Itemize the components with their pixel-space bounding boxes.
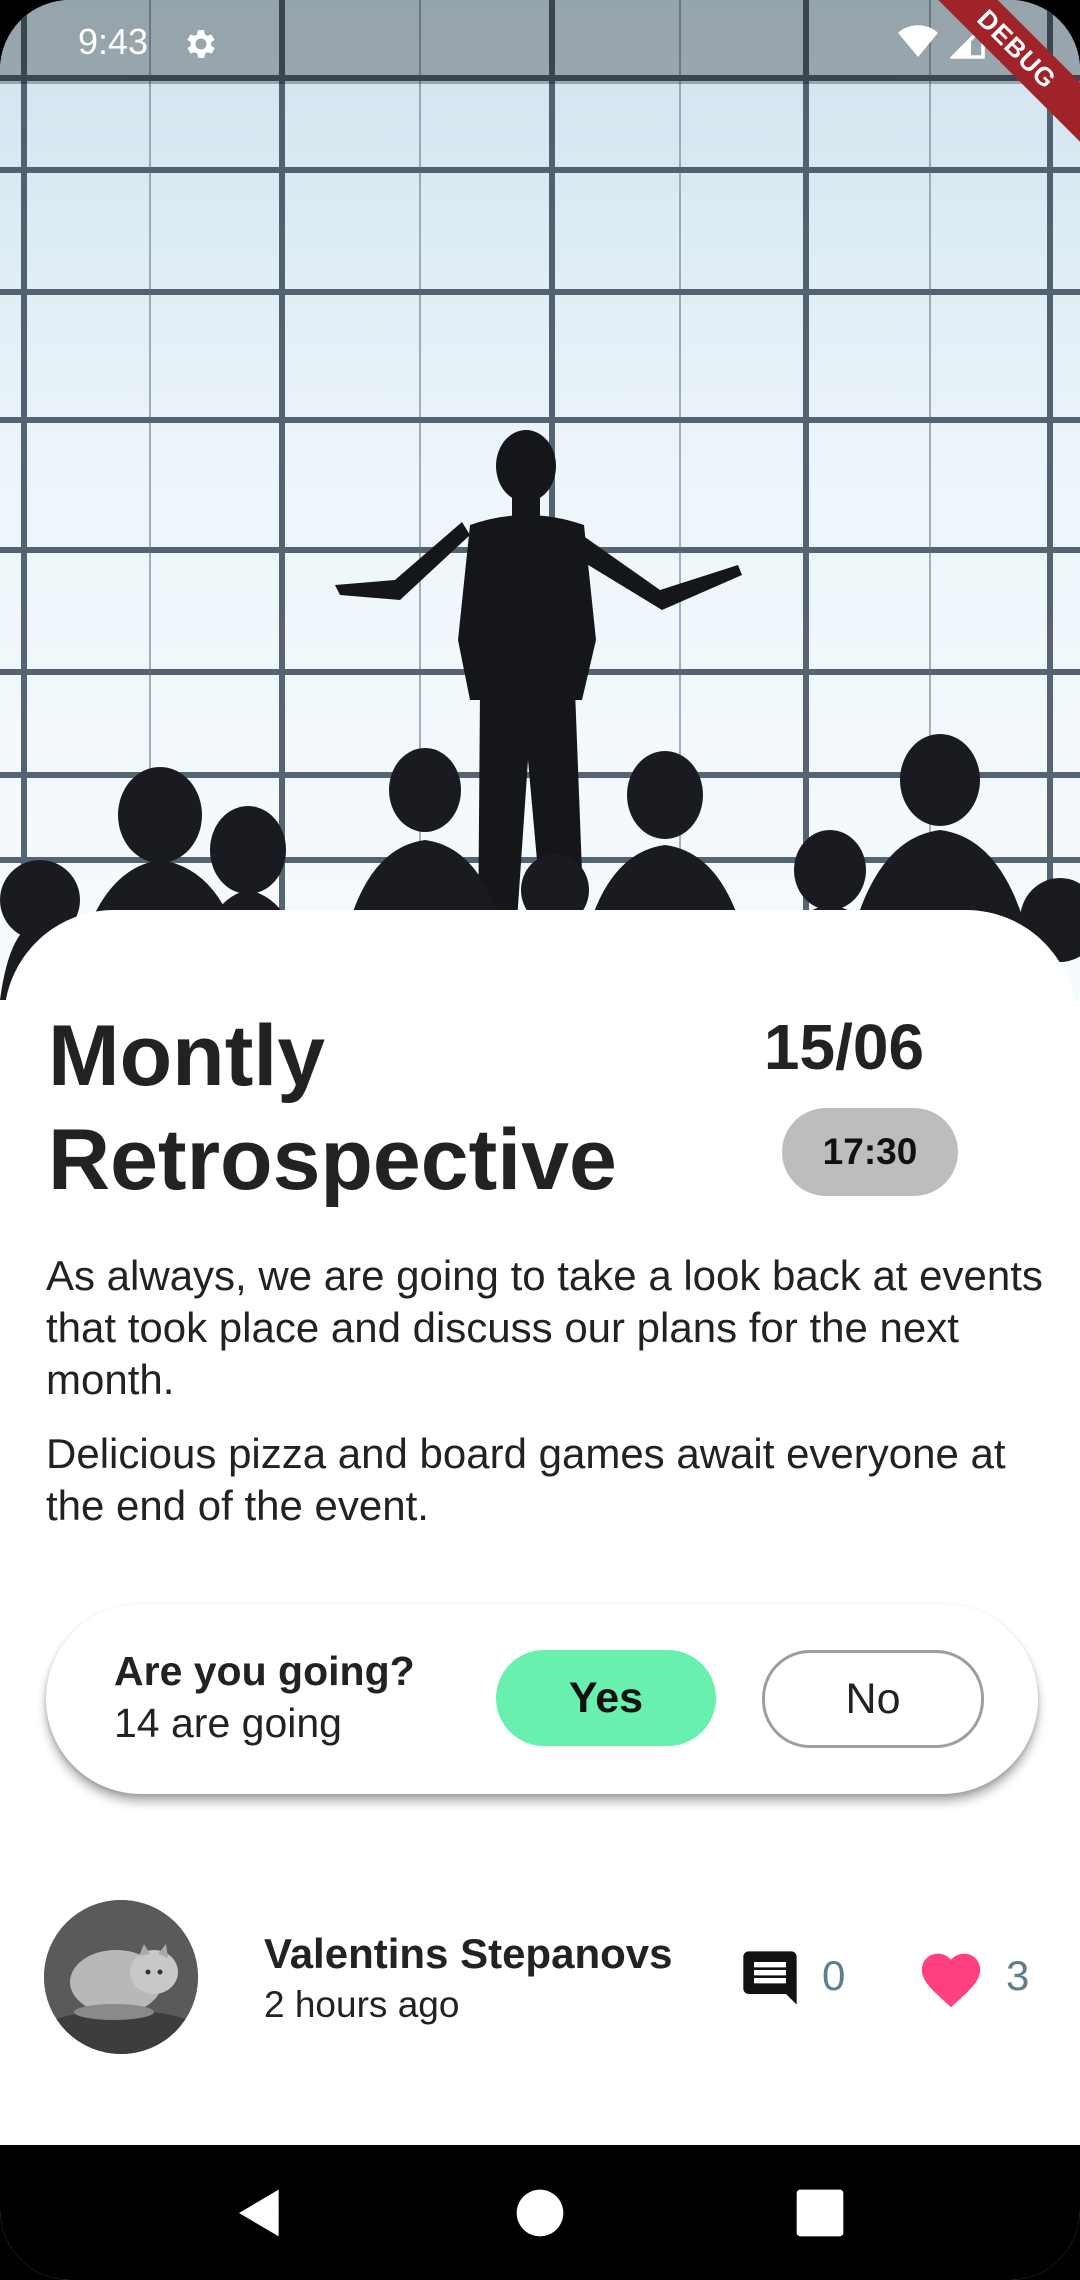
- rsvp-going-count: 14 are going: [114, 1700, 342, 1746]
- rsvp-card: Are you going? 14 are going Yes No: [46, 1604, 1038, 1794]
- heart-icon[interactable]: [916, 1944, 986, 2010]
- device-screen: 9:43 DEBUG Montly Retrospective 15/06 17…: [0, 0, 1080, 2280]
- event-date: 15/06: [763, 1011, 925, 1083]
- status-bar: 9:43 DEBUG: [0, 0, 1080, 153]
- no-button[interactable]: No: [762, 1650, 984, 1748]
- system-nav-bar: [0, 2145, 1080, 2280]
- event-hero-image: [0, 0, 1080, 1000]
- gear-icon: [187, 30, 215, 58]
- back-icon[interactable]: [232, 2185, 288, 2241]
- wifi-icon: [898, 25, 938, 57]
- author-name: Valentins Stepanovs: [264, 1930, 673, 1977]
- yes-button[interactable]: Yes: [496, 1650, 716, 1746]
- posted-time: 2 hours ago: [264, 1984, 460, 2025]
- recents-icon[interactable]: [792, 2185, 848, 2241]
- home-icon[interactable]: [512, 2185, 568, 2241]
- like-count: 3: [1006, 1952, 1030, 1999]
- status-time: 9:43: [78, 21, 149, 62]
- event-description-paragraph: Delicious pizza and board games await ev…: [46, 1430, 1006, 1529]
- author-row: Valentins Stepanovs 2 hours ago 0 3: [4, 1900, 1076, 2060]
- avatar[interactable]: [44, 1900, 198, 2054]
- comment-icon[interactable]: [738, 1946, 802, 2010]
- event-description-paragraph: As always, we are going to take a look b…: [46, 1252, 1043, 1403]
- event-time-badge: 17:30: [782, 1108, 958, 1196]
- event-title: Montly Retrospective: [48, 1008, 617, 1208]
- rsvp-question: Are you going?: [114, 1648, 415, 1694]
- comment-count: 0: [822, 1952, 846, 1999]
- event-details-card: Montly Retrospective 15/06 17:30 As alwa…: [4, 910, 1076, 2145]
